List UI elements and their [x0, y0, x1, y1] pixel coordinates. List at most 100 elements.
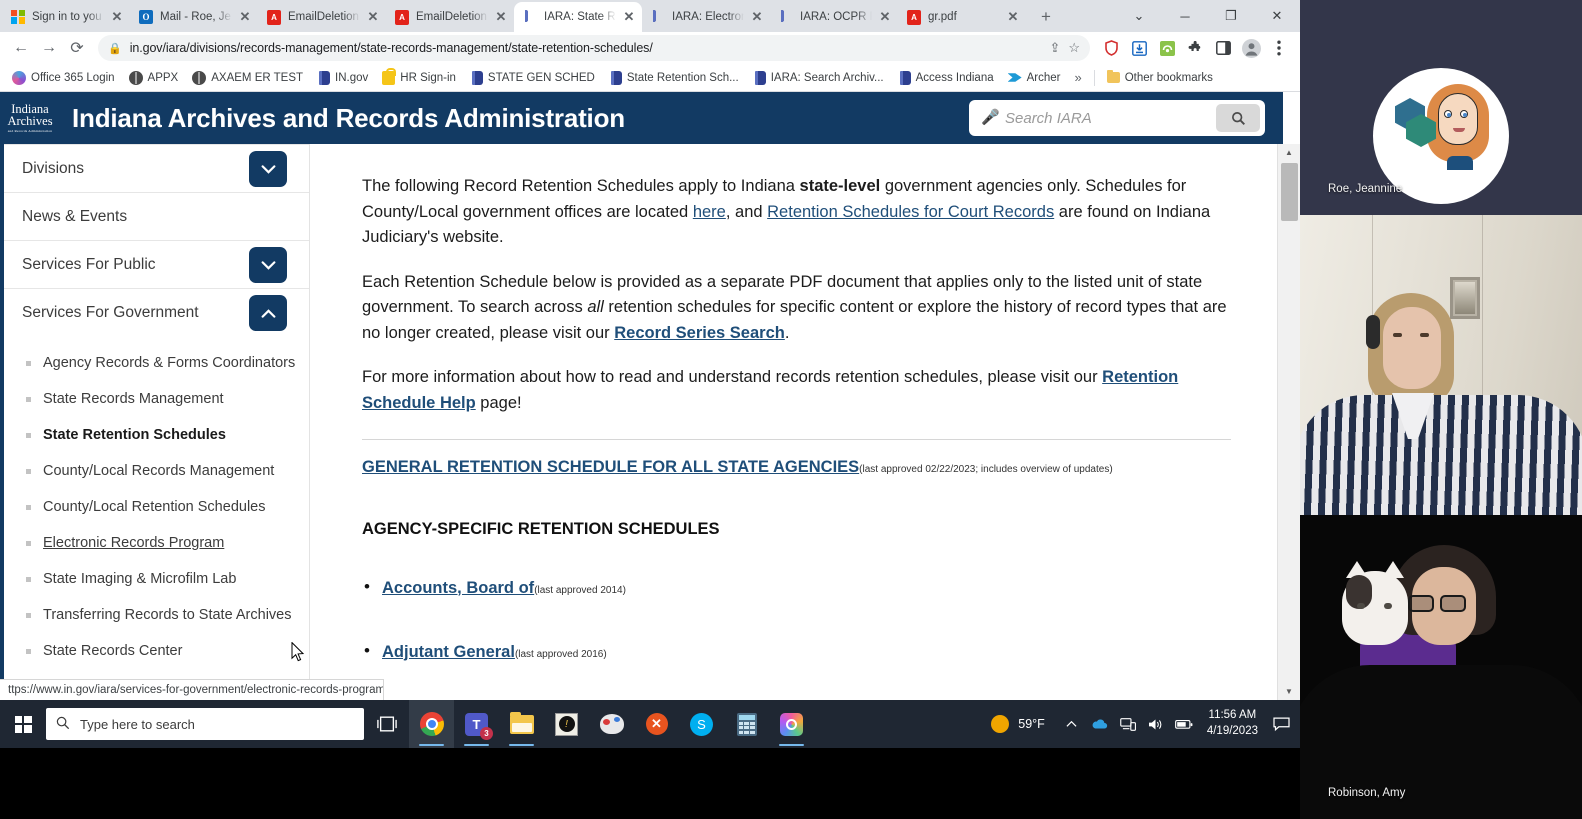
tab-close-icon[interactable]: ✕ — [1006, 10, 1020, 24]
browser-tab[interactable]: IARA: OCPR P ✕ — [770, 2, 898, 32]
chevron-down-icon[interactable] — [249, 247, 287, 283]
scrollbar-thumb[interactable] — [1281, 163, 1298, 221]
battery-icon[interactable] — [1171, 700, 1197, 748]
browser-tab[interactable]: IARA: Electron ✕ — [642, 2, 770, 32]
download-extension-icon[interactable] — [1126, 35, 1152, 61]
sidebar-subitem-transferring-records-to-state-archives[interactable]: Transferring Records to State Archives — [4, 597, 309, 633]
sidebar-item-news-events[interactable]: News & Events — [4, 193, 309, 241]
forward-icon[interactable]: → — [36, 35, 62, 61]
sidebar-subitem-state-records-center[interactable]: State Records Center — [4, 633, 309, 669]
notifications-icon[interactable] — [1268, 700, 1294, 748]
taskbar-search-input[interactable]: Type here to search — [46, 708, 364, 740]
tab-close-icon[interactable]: ✕ — [622, 10, 636, 24]
tab-close-icon[interactable]: ✕ — [366, 10, 380, 24]
bookmark-item[interactable]: IARA: Search Archiv... — [747, 68, 890, 88]
star-icon[interactable]: ☆ — [1068, 40, 1080, 56]
sidebar-subitem-agency-records-forms-coordinators[interactable]: Agency Records & Forms Coordinators — [4, 345, 309, 381]
bookmark-item[interactable]: Office 365 Login — [6, 68, 121, 88]
bookmark-item[interactable]: STATE GEN SCHED — [464, 68, 601, 88]
back-icon[interactable]: ← — [8, 35, 34, 61]
task-view-icon[interactable] — [364, 700, 409, 748]
bookmark-item[interactable]: Archer — [1002, 68, 1067, 88]
sidebar-item-divisions[interactable]: Divisions — [4, 145, 309, 193]
taskbar-app-file-explorer[interactable] — [499, 700, 544, 748]
taskbar-app-calculator[interactable] — [724, 700, 769, 748]
profile-avatar-icon[interactable] — [1238, 35, 1264, 61]
sidebar-subitem-county-local-records-management[interactable]: County/Local Records Management — [4, 453, 309, 489]
scroll-up-arrow-icon[interactable]: ▲ — [1278, 144, 1300, 161]
puzzle-extension-icon[interactable] — [1182, 35, 1208, 61]
browser-tab-active[interactable]: IARA: State R ✕ — [514, 2, 642, 32]
other-bookmarks-button[interactable]: Other bookmarks — [1101, 69, 1219, 87]
onedrive-icon[interactable] — [1087, 700, 1113, 748]
tab-close-icon[interactable]: ✕ — [110, 10, 124, 24]
general-retention-schedule-link[interactable]: GENERAL RETENTION SCHEDULE FOR ALL STATE… — [362, 458, 859, 476]
browser-tab[interactable]: A EmailDeletion ✕ — [386, 2, 514, 32]
taskbar-app-paint[interactable] — [589, 700, 634, 748]
bookmark-item[interactable]: IN.gov — [311, 68, 374, 88]
bookmark-item[interactable]: AXAEM ER TEST — [186, 68, 309, 88]
chevron-down-icon[interactable] — [249, 151, 287, 187]
chevron-up-icon[interactable] — [1059, 700, 1085, 748]
minimize-icon[interactable]: ─ — [1162, 0, 1208, 32]
browser-tab[interactable]: Sign in to you ✕ — [2, 2, 130, 32]
tab-search-icon[interactable]: ⌄ — [1116, 0, 1162, 32]
participant-tile-video[interactable]: Robinson, Amy — [1300, 515, 1582, 819]
chrome-menu-icon[interactable] — [1266, 35, 1292, 61]
tab-close-icon[interactable]: ✕ — [238, 10, 252, 24]
here-link[interactable]: here — [693, 203, 726, 221]
browser-tab[interactable]: O Mail - Roe, Je ✕ — [130, 2, 258, 32]
bookmark-item[interactable]: HR Sign-in — [376, 67, 462, 88]
share-icon[interactable]: ⇪ — [1049, 40, 1060, 56]
close-icon[interactable]: ✕ — [1254, 0, 1300, 32]
agency-link-accounts-board-of[interactable]: Accounts, Board of — [382, 579, 534, 597]
sidebar-subitem-state-retention-schedules[interactable]: State Retention Schedules — [4, 417, 309, 453]
participant-tile-avatar[interactable]: Roe, Jeannine — [1300, 0, 1582, 215]
iara-logo[interactable]: Indiana Archives and Records Administrat… — [2, 97, 58, 139]
taskbar-clock[interactable]: 11:56 AM 4/19/2023 — [1199, 700, 1266, 748]
sidebar-subitem-label: State Records Center — [43, 643, 183, 659]
scroll-down-arrow-icon[interactable]: ▼ — [1278, 683, 1300, 700]
bookmarks-overflow-icon[interactable]: » — [1069, 67, 1088, 88]
sidebar-item-services-for-government[interactable]: Services For Government — [4, 289, 309, 337]
taskbar-app-connect[interactable]: ✕ — [634, 700, 679, 748]
tab-close-icon[interactable]: ✕ — [494, 10, 508, 24]
bookmark-item[interactable]: State Retention Sch... — [603, 68, 745, 88]
sidebar-subitem-electronic-records-program[interactable]: Electronic Records Program — [4, 525, 309, 561]
participant-tile-video[interactable] — [1300, 215, 1582, 515]
browser-tab[interactable]: A EmailDeletion ✕ — [258, 2, 386, 32]
tab-close-icon[interactable]: ✕ — [878, 10, 892, 24]
bookmark-item[interactable]: Access Indiana — [892, 68, 1000, 88]
windows-start-icon[interactable] — [0, 700, 46, 748]
taskbar-app-microsoft-teams[interactable]: T3 — [454, 700, 499, 748]
sidebar-subitem-state-records-management[interactable]: State Records Management — [4, 381, 309, 417]
taskbar-app-chrome[interactable] — [409, 700, 454, 748]
court-records-link[interactable]: Retention Schedules for Court Records — [767, 203, 1054, 221]
agency-link-adjutant-general[interactable]: Adjutant General — [382, 643, 515, 661]
weather-widget[interactable]: 59°F — [973, 700, 1057, 748]
network-icon[interactable] — [1115, 700, 1141, 748]
sidebar-subitem-county-local-retention-schedules[interactable]: County/Local Retention Schedules — [4, 489, 309, 525]
shield-extension-icon[interactable] — [1098, 35, 1124, 61]
tab-close-icon[interactable]: ✕ — [750, 10, 764, 24]
record-series-search-link[interactable]: Record Series Search — [614, 324, 785, 342]
volume-icon[interactable] — [1143, 700, 1169, 748]
sidebar-item-services-for-public[interactable]: Services For Public — [4, 241, 309, 289]
address-bar[interactable]: 🔒 in.gov/iara/divisions/records-manageme… — [98, 35, 1090, 61]
taskbar-app-lens[interactable]: ! — [544, 700, 589, 748]
bookmark-item[interactable]: APPX — [123, 68, 185, 88]
microphone-icon[interactable]: 🎤 — [981, 108, 1000, 128]
side-panel-icon[interactable] — [1210, 35, 1236, 61]
chevron-up-icon[interactable] — [249, 295, 287, 331]
site-search-box[interactable]: 🎤 Search IARA — [969, 100, 1265, 136]
maximize-icon[interactable]: ❐ — [1208, 0, 1254, 32]
sidebar-subitem-state-imaging-microfilm-lab[interactable]: State Imaging & Microfilm Lab — [4, 561, 309, 597]
green-extension-icon[interactable] — [1154, 35, 1180, 61]
search-button[interactable] — [1216, 104, 1260, 132]
browser-tab[interactable]: A gr.pdf ✕ — [898, 2, 1026, 32]
new-tab-button[interactable]: + — [1032, 3, 1060, 31]
taskbar-app-skype[interactable]: S — [679, 700, 724, 748]
taskbar-app-photos[interactable] — [769, 700, 814, 748]
page-scrollbar[interactable]: ▲ ▼ — [1277, 144, 1300, 700]
reload-icon[interactable]: ⟳ — [64, 35, 90, 61]
